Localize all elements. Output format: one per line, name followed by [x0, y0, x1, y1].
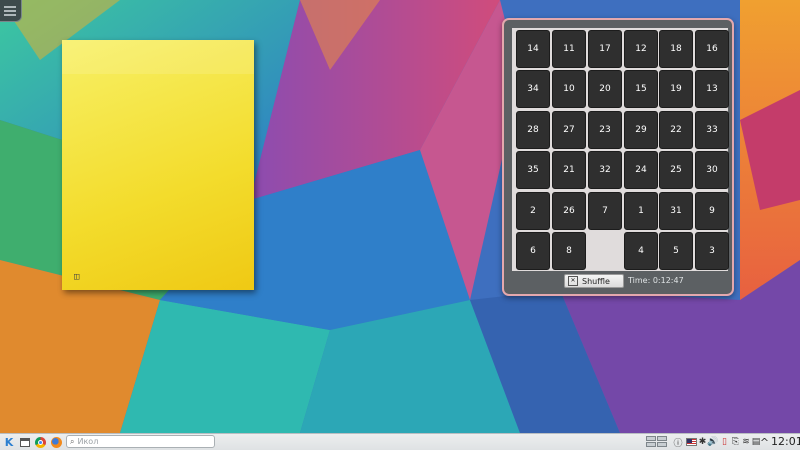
- notifications-icon[interactable]: ▤: [752, 435, 761, 449]
- tray-expand-arrow-icon[interactable]: ^: [760, 435, 769, 449]
- puzzle-tile[interactable]: 33: [695, 111, 729, 149]
- puzzle-tile[interactable]: 20: [588, 70, 622, 108]
- elapsed-time: Time: 0:12:47: [628, 276, 684, 285]
- firefox-icon[interactable]: [50, 435, 62, 449]
- puzzle-tile[interactable]: 16: [695, 30, 729, 68]
- puzzle-tile[interactable]: 18: [659, 30, 693, 68]
- puzzle-tile[interactable]: 34: [516, 70, 550, 108]
- search-placeholder: Икол: [77, 437, 99, 446]
- puzzle-tile[interactable]: 26: [552, 192, 586, 230]
- battery-icon[interactable]: ▯: [720, 435, 729, 449]
- shuffle-icon: ✕: [568, 276, 578, 286]
- sticky-note-widget[interactable]: ◫: [62, 40, 254, 290]
- puzzle-tile[interactable]: 19: [659, 70, 693, 108]
- puzzle-tile[interactable]: 6: [516, 232, 550, 270]
- puzzle-tile[interactable]: 15: [624, 70, 658, 108]
- puzzle-tile[interactable]: 10: [552, 70, 586, 108]
- taskbar: K ⌕ Икол ⓘ ✱ 🔊 ▯ ⎘ ≋ ▤ ^ 12:01: [0, 433, 800, 450]
- desktop-toolbox-button[interactable]: [0, 0, 22, 22]
- puzzle-tile[interactable]: 21: [552, 151, 586, 189]
- search-icon: ⌕: [70, 436, 75, 446]
- puzzle-tile[interactable]: 2: [516, 192, 550, 230]
- puzzle-tile[interactable]: 25: [659, 151, 693, 189]
- chrome-icon[interactable]: [34, 435, 46, 449]
- puzzle-tile[interactable]: 32: [588, 151, 622, 189]
- puzzle-tile[interactable]: 22: [659, 111, 693, 149]
- puzzle-tile[interactable]: 8: [552, 232, 586, 270]
- puzzle-tile[interactable]: 1: [624, 192, 658, 230]
- shuffle-button[interactable]: ✕ Shuffle: [564, 274, 624, 288]
- virtual-desktop-pager[interactable]: [646, 436, 668, 448]
- menu-lines-icon: [4, 6, 16, 18]
- note-config-icon[interactable]: ◫: [74, 272, 79, 282]
- puzzle-tile[interactable]: 17: [588, 30, 622, 68]
- puzzle-tile[interactable]: 14: [516, 30, 550, 68]
- puzzle-tile[interactable]: 9: [695, 192, 729, 230]
- file-manager-icon[interactable]: [19, 435, 31, 449]
- puzzle-tile[interactable]: 31: [659, 192, 693, 230]
- puzzle-tile[interactable]: 24: [624, 151, 658, 189]
- clipboard-icon[interactable]: ⎘: [731, 435, 740, 449]
- kde-launcher-icon[interactable]: K: [2, 435, 16, 449]
- puzzle-tile[interactable]: 13: [695, 70, 729, 108]
- puzzle-tile[interactable]: 4: [624, 232, 658, 270]
- volume-icon[interactable]: 🔊: [707, 435, 719, 449]
- clock[interactable]: 12:01: [771, 435, 800, 448]
- sticky-note-header: [62, 40, 254, 74]
- puzzle-tile[interactable]: 5: [659, 232, 693, 270]
- puzzle-tile[interactable]: 29: [624, 111, 658, 149]
- puzzle-tile[interactable]: 35: [516, 151, 550, 189]
- puzzle-tile[interactable]: 27: [552, 111, 586, 149]
- sticky-note-text[interactable]: [72, 84, 244, 260]
- search-input[interactable]: ⌕ Икол: [66, 435, 215, 448]
- puzzle-tile[interactable]: 23: [588, 111, 622, 149]
- info-icon[interactable]: ⓘ: [673, 435, 683, 449]
- puzzle-tile[interactable]: 12: [624, 30, 658, 68]
- puzzle-tile[interactable]: 30: [695, 151, 729, 189]
- puzzle-tile[interactable]: 11: [552, 30, 586, 68]
- shuffle-label: Shuffle: [582, 276, 610, 286]
- puzzle-tile[interactable]: 3: [695, 232, 729, 270]
- puzzle-tile[interactable]: 7: [588, 192, 622, 230]
- puzzle-board: 14 11 17 12 18 16 34 10 20 15 19 13 28 27 23 29 22 33 35 21…: [512, 28, 729, 271]
- bluetooth-icon[interactable]: ✱: [698, 435, 707, 449]
- keyboard-layout-flag-icon[interactable]: [685, 435, 697, 449]
- network-wifi-icon[interactable]: ≋: [741, 435, 751, 449]
- puzzle-tile[interactable]: 28: [516, 111, 550, 149]
- fifteen-puzzle-widget: 14 11 17 12 18 16 34 10 20 15 19 13 28 27 23 29 22 33 35 21…: [502, 18, 734, 296]
